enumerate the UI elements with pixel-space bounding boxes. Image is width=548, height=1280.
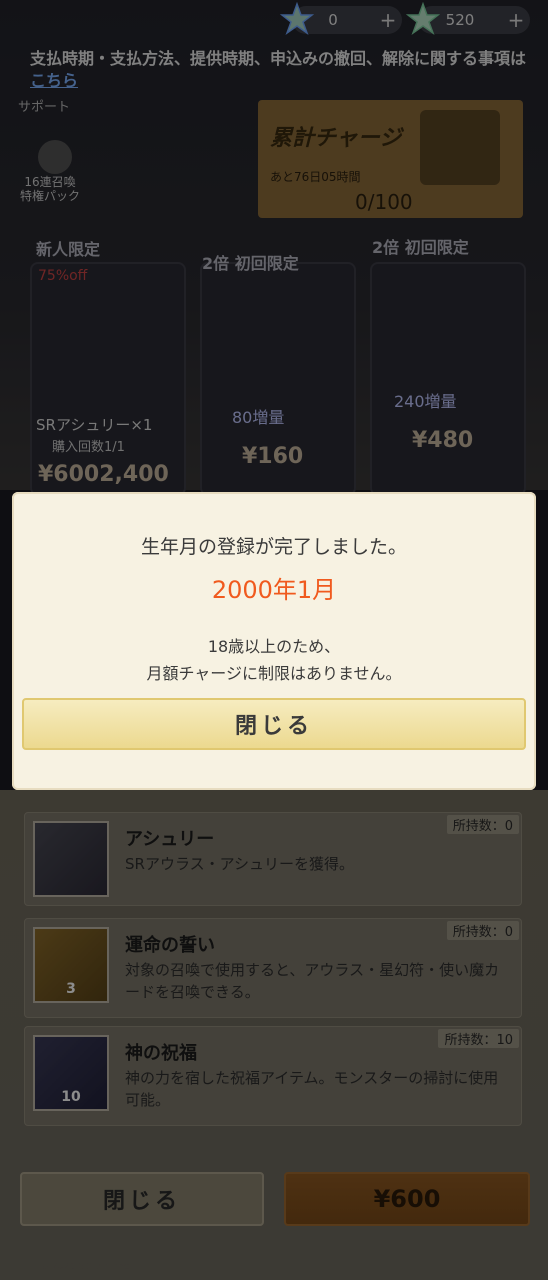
dialog-note-line2: 月額チャージに制限はありません。: [146, 664, 402, 683]
dialog-close-button[interactable]: 閉じる: [22, 698, 526, 750]
dialog-message: 生年月の登録が完了しました。: [140, 536, 407, 558]
registered-date: 2000年1月: [211, 576, 337, 604]
dialog-note-line1: 18歳以上のため、: [207, 637, 341, 656]
